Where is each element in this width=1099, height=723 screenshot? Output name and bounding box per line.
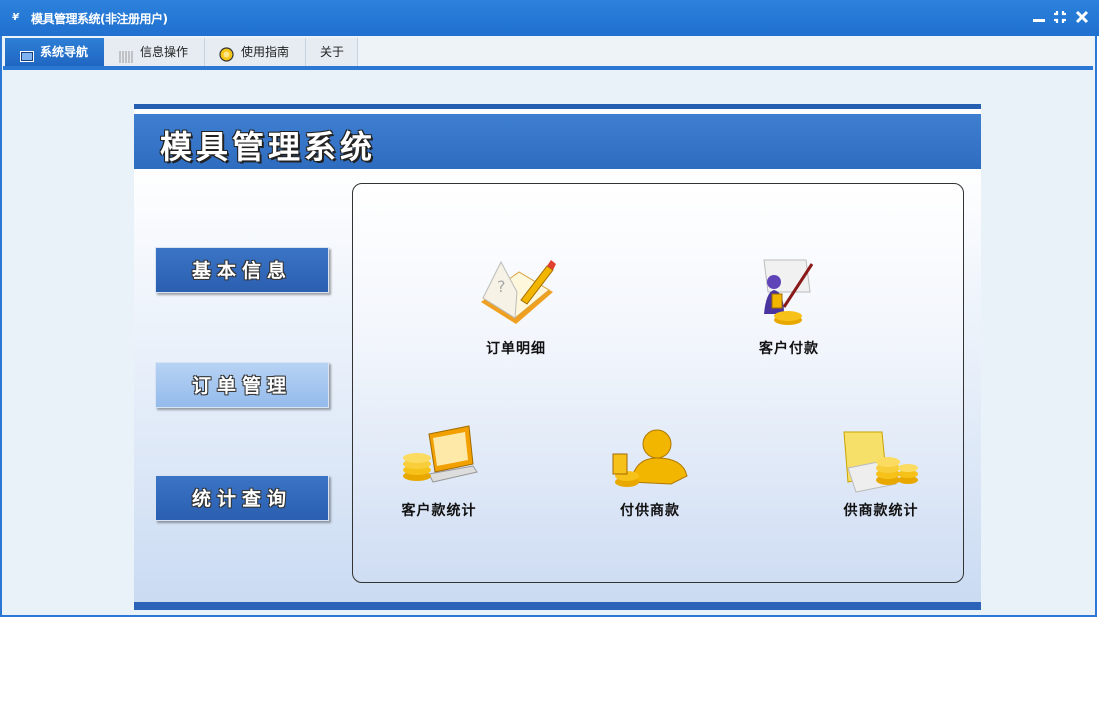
supplier-stats-item[interactable]: 供商款统计 bbox=[821, 424, 941, 520]
notebook-pencil-icon: ? bbox=[481, 260, 556, 324]
coin-stacks-icon bbox=[843, 431, 918, 493]
customer-payment-item[interactable]: 客户付款 bbox=[729, 252, 849, 358]
tab-label: 信息操作 bbox=[140, 45, 189, 59]
restore-icon[interactable] bbox=[1052, 9, 1068, 25]
close-icon[interactable] bbox=[1074, 9, 1090, 25]
app-logo-icon: ¥ bbox=[12, 12, 19, 23]
item-label: 客户款统计 bbox=[401, 503, 477, 519]
monitor-icon bbox=[20, 45, 34, 62]
banner-title: 模具管理系统 bbox=[160, 128, 377, 166]
main-panel: 模具管理系统 基本信息 订单管理 统计查询 ? 订单明细 客户付款 客户款统计 … bbox=[134, 104, 981, 610]
item-label: 供商款统计 bbox=[843, 503, 919, 519]
item-label: 付供商款 bbox=[620, 503, 680, 519]
grid-icon bbox=[119, 45, 133, 63]
customer-stats-item[interactable]: 客户款统计 bbox=[379, 424, 499, 520]
order-detail-item[interactable]: ? 订单明细 bbox=[456, 252, 576, 358]
help-icon bbox=[219, 44, 234, 62]
laptop-coins-icon bbox=[403, 425, 478, 483]
content-area: ? 订单明细 客户付款 客户款统计 付供商款 供商款统计 bbox=[352, 183, 964, 583]
tab-about[interactable]: 关于 bbox=[306, 38, 358, 66]
tab-label: 系统导航 bbox=[40, 45, 89, 59]
gold-person-icon bbox=[612, 429, 688, 487]
panel-bottom-border bbox=[134, 602, 981, 610]
tab-system-nav[interactable]: 系统导航 bbox=[5, 38, 104, 66]
item-label: 客户付款 bbox=[759, 341, 819, 357]
tab-label: 使用指南 bbox=[241, 45, 290, 59]
minimize-icon[interactable] bbox=[1031, 9, 1047, 25]
system-banner: 模具管理系统 bbox=[134, 113, 981, 169]
nav-basic-info-button[interactable]: 基本信息 bbox=[155, 247, 329, 293]
item-label: 订单明细 bbox=[486, 341, 546, 357]
nav-statistics-query-button[interactable]: 统计查询 bbox=[155, 475, 329, 521]
svg-text:?: ? bbox=[497, 277, 506, 296]
pay-supplier-item[interactable]: 付供商款 bbox=[590, 424, 710, 520]
window-title: 模具管理系统(非注册用户) bbox=[31, 12, 168, 26]
tab-info-ops[interactable]: 信息操作 bbox=[104, 38, 205, 66]
tab-label: 关于 bbox=[320, 45, 345, 59]
title-bar[interactable]: ¥ 模具管理系统(非注册用户) bbox=[0, 0, 1099, 36]
nav-order-management-button[interactable]: 订单管理 bbox=[155, 362, 329, 408]
panel-top-border bbox=[134, 104, 981, 109]
customer-payment-icon bbox=[763, 259, 814, 325]
tab-user-guide[interactable]: 使用指南 bbox=[205, 38, 306, 66]
tab-bar: 系统导航 信息操作 使用指南 关于 bbox=[3, 36, 1093, 70]
